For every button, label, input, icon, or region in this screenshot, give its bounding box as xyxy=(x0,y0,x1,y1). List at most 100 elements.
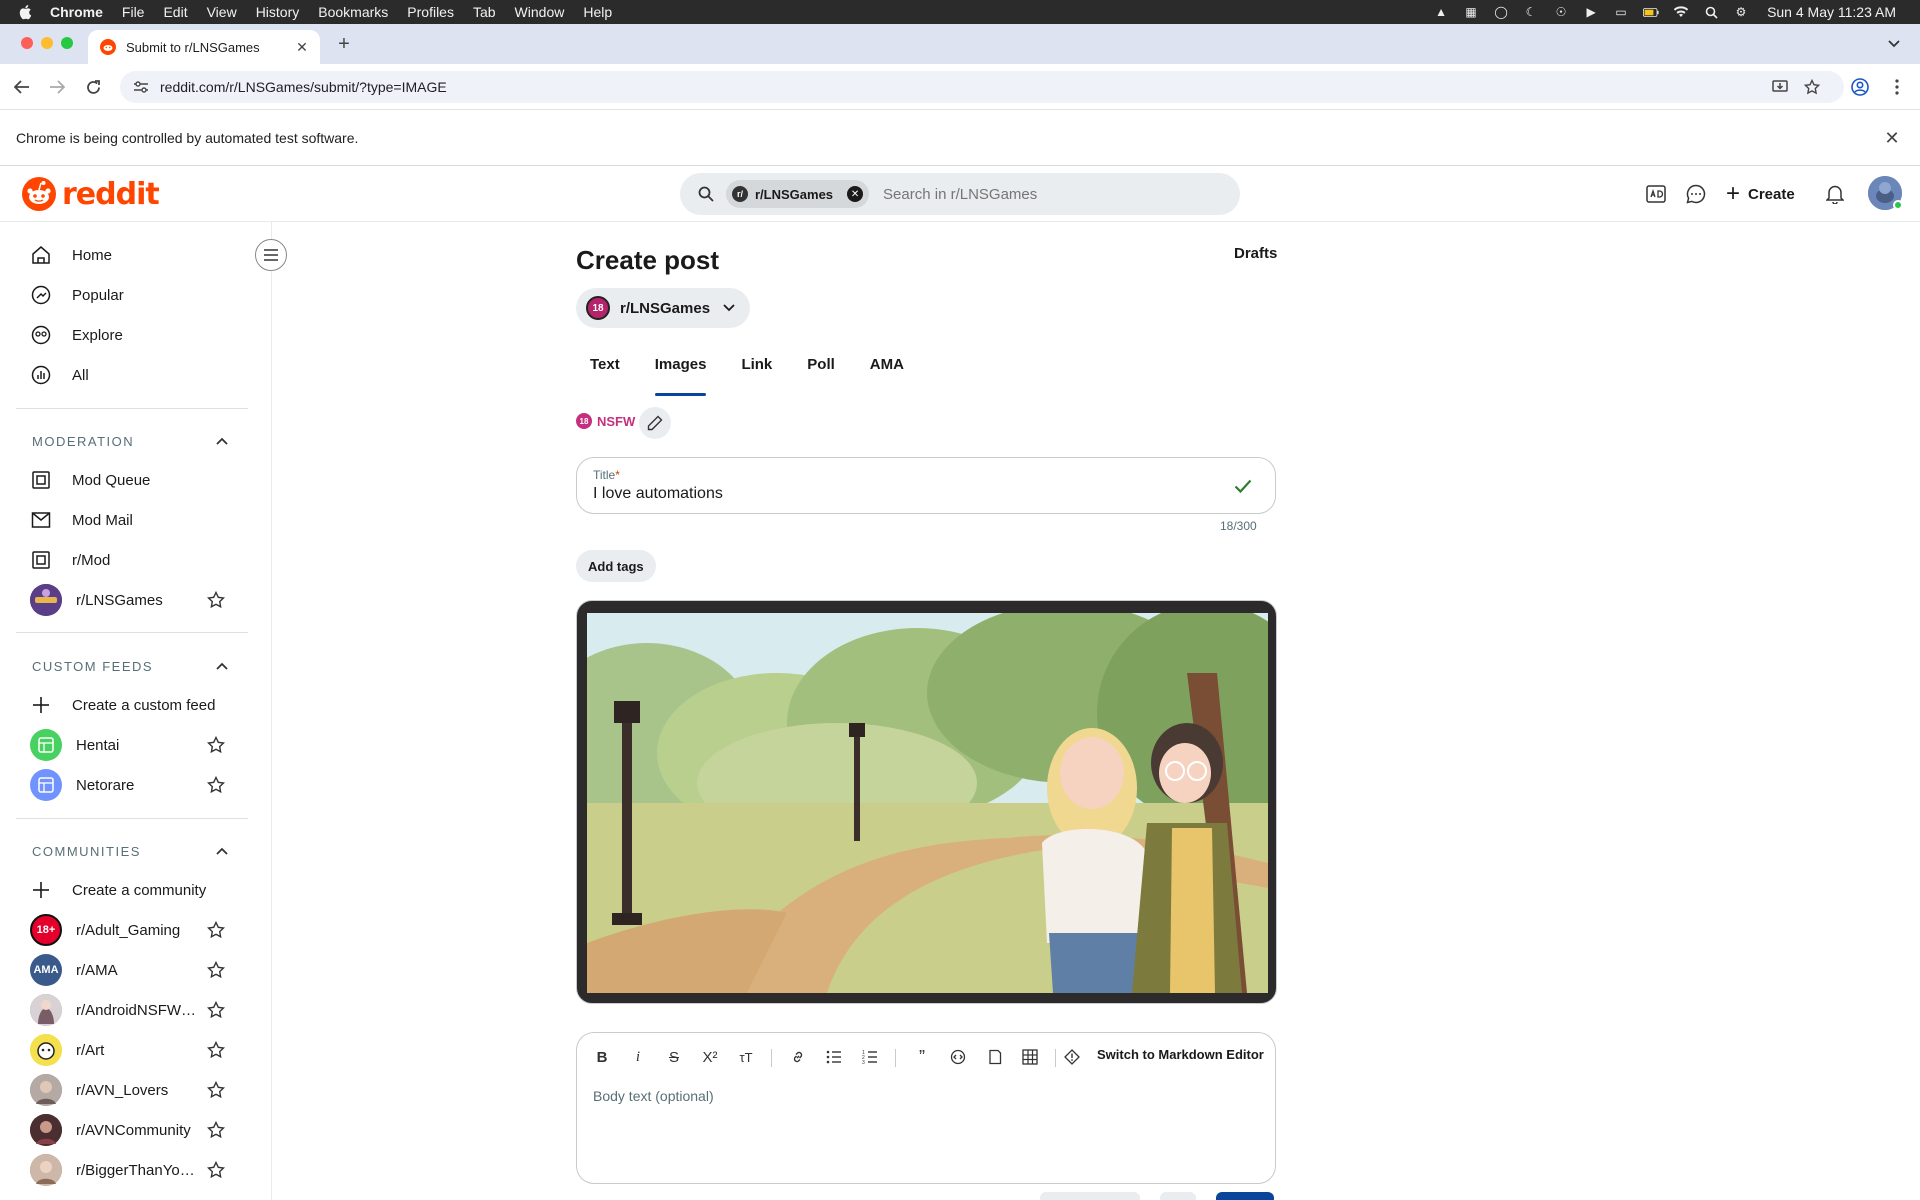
create-custom-feed-button[interactable]: Create a custom feed xyxy=(30,685,250,725)
reddit-logo[interactable]: reddit xyxy=(22,176,160,212)
custom-feeds-collapse-chevron-icon[interactable] xyxy=(214,658,230,674)
menu-file[interactable]: File xyxy=(122,4,145,20)
back-arrow-icon[interactable] xyxy=(11,76,33,98)
forward-arrow-icon[interactable] xyxy=(46,76,68,98)
menu-bookmarks[interactable]: Bookmarks xyxy=(318,4,388,20)
body-text-input[interactable]: Body text (optional) xyxy=(593,1088,714,1104)
favorite-star-icon[interactable] xyxy=(206,1160,226,1180)
sidebar-item-custom-feed-hentai[interactable]: Hentai xyxy=(30,725,250,765)
infobar-close-icon[interactable]: ✕ xyxy=(1882,128,1902,148)
create-post-button[interactable]: + Create xyxy=(1726,176,1795,212)
code-block-icon[interactable] xyxy=(981,1043,1007,1071)
superscript-icon[interactable]: X² xyxy=(697,1043,723,1071)
window-minimize-button[interactable] xyxy=(41,37,53,49)
bold-icon[interactable]: B xyxy=(589,1043,615,1071)
link-icon[interactable] xyxy=(785,1043,811,1071)
search-input[interactable] xyxy=(883,185,1184,203)
favorite-star-icon[interactable] xyxy=(206,590,226,610)
code-icon[interactable] xyxy=(945,1043,971,1071)
menu-view[interactable]: View xyxy=(207,4,237,20)
tab-link[interactable]: Link xyxy=(741,356,772,392)
new-tab-plus-icon[interactable]: + xyxy=(334,33,354,55)
favorite-star-icon[interactable] xyxy=(206,920,226,940)
drafts-button[interactable]: Drafts xyxy=(1234,245,1277,262)
strikethrough-icon[interactable]: S xyxy=(661,1043,687,1071)
menu-edit[interactable]: Edit xyxy=(163,4,187,20)
sidebar-item-mod-queue[interactable]: Mod Queue xyxy=(30,460,250,500)
reddit-search-bar[interactable]: r/ r/LNSGames ✕ xyxy=(680,173,1240,215)
grid-app-icon[interactable]: ▦ xyxy=(1463,5,1479,19)
menu-profiles[interactable]: Profiles xyxy=(407,4,454,20)
vlc-icon[interactable]: ▲ xyxy=(1433,5,1449,19)
sidebar-item-custom-feed-netorare[interactable]: Netorare xyxy=(30,765,250,805)
battery-icon[interactable] xyxy=(1643,5,1659,19)
favorite-star-icon[interactable] xyxy=(206,960,226,980)
post-button-partial[interactable] xyxy=(1216,1192,1274,1200)
title-input-value[interactable]: I love automations xyxy=(593,485,723,503)
window-zoom-button[interactable] xyxy=(61,37,73,49)
user-avatar[interactable] xyxy=(1868,176,1903,210)
table-icon[interactable] xyxy=(1017,1043,1043,1071)
quote-icon[interactable]: ” xyxy=(909,1043,935,1071)
favorite-star-icon[interactable] xyxy=(206,735,226,755)
sidebar-item-community[interactable]: 18+ r/Adult_Gaming xyxy=(30,910,250,950)
sidebar-item-community[interactable]: r/BiggerThanYou... xyxy=(30,1150,250,1190)
edit-tags-pencil-icon[interactable] xyxy=(639,407,671,439)
sidebar-item-explore[interactable]: Explore xyxy=(30,315,250,355)
menu-bar-clock[interactable]: Sun 4 May 11:23 AM xyxy=(1767,4,1896,20)
bulleted-list-icon[interactable] xyxy=(821,1043,847,1071)
sidebar-item-community[interactable]: r/AndroidNSFWg... xyxy=(30,990,250,1030)
creative-cloud-icon[interactable]: ◯ xyxy=(1493,5,1509,19)
play-circle-icon[interactable]: ▶ xyxy=(1583,5,1599,19)
tab-ama[interactable]: AMA xyxy=(870,356,904,392)
switch-to-markdown-button[interactable]: Switch to Markdown Editor xyxy=(1097,1047,1264,1062)
menu-tab[interactable]: Tab xyxy=(473,4,496,20)
moon-icon[interactable]: ☾ xyxy=(1523,5,1539,19)
apple-icon[interactable] xyxy=(18,4,38,20)
spoiler-icon[interactable] xyxy=(1059,1043,1085,1071)
uploaded-image-preview[interactable] xyxy=(576,600,1277,1004)
text-size-icon[interactable]: τT xyxy=(733,1043,759,1071)
menu-window[interactable]: Window xyxy=(515,4,565,20)
reload-icon[interactable] xyxy=(82,76,104,98)
menu-help[interactable]: Help xyxy=(583,4,612,20)
search-community-chip[interactable]: r/ r/LNSGames ✕ xyxy=(726,180,870,208)
wifi-icon[interactable] xyxy=(1673,5,1689,19)
moderation-collapse-chevron-icon[interactable] xyxy=(214,433,230,449)
favorite-star-icon[interactable] xyxy=(206,1120,226,1140)
site-settings-icon[interactable] xyxy=(132,78,150,96)
community-selector[interactable]: 18 r/LNSGames xyxy=(576,288,751,328)
communities-collapse-chevron-icon[interactable] xyxy=(214,843,230,859)
create-community-button[interactable]: Create a community xyxy=(30,870,250,910)
numbered-list-icon[interactable]: 123 xyxy=(857,1043,883,1071)
tab-close-icon[interactable]: ✕ xyxy=(294,39,310,55)
advertise-icon[interactable] xyxy=(1642,180,1670,208)
tab-poll[interactable]: Poll xyxy=(807,356,835,392)
title-field[interactable]: Title* I love automations xyxy=(576,457,1276,514)
display-icon[interactable]: ▭ xyxy=(1613,5,1629,19)
favorite-star-icon[interactable] xyxy=(206,775,226,795)
save-draft-button-partial[interactable] xyxy=(1040,1192,1140,1200)
window-close-button[interactable] xyxy=(21,37,33,49)
tab-images[interactable]: Images xyxy=(654,356,706,396)
sidebar-item-home[interactable]: Home xyxy=(30,235,250,275)
sidebar-item-community[interactable]: AMA r/AMA xyxy=(30,950,250,990)
address-bar[interactable]: reddit.com/r/LNSGames/submit/?type=IMAGE xyxy=(120,71,1844,103)
sidebar-item-community[interactable]: r/Art xyxy=(30,1030,250,1070)
schedule-button-partial[interactable] xyxy=(1160,1192,1196,1200)
tab-search-chevron-icon[interactable] xyxy=(1884,34,1904,54)
bookmark-star-icon[interactable] xyxy=(1801,76,1823,98)
install-app-icon[interactable] xyxy=(1769,76,1791,98)
chip-remove-icon[interactable]: ✕ xyxy=(847,186,864,202)
sidebar-item-community[interactable]: r/AVN_Lovers xyxy=(30,1070,250,1110)
menu-app-name[interactable]: Chrome xyxy=(50,4,103,20)
notifications-bell-icon[interactable] xyxy=(1821,180,1849,208)
browser-menu-icon[interactable] xyxy=(1886,76,1908,98)
italic-icon[interactable]: i xyxy=(625,1043,651,1071)
profile-icon[interactable] xyxy=(1849,76,1871,98)
favorite-star-icon[interactable] xyxy=(206,1080,226,1100)
control-center-icon[interactable]: ⚙ xyxy=(1733,5,1749,19)
address-bar-url[interactable]: reddit.com/r/LNSGames/submit/?type=IMAGE xyxy=(160,79,447,95)
spotlight-search-icon[interactable] xyxy=(1703,5,1719,19)
favorite-star-icon[interactable] xyxy=(206,1040,226,1060)
